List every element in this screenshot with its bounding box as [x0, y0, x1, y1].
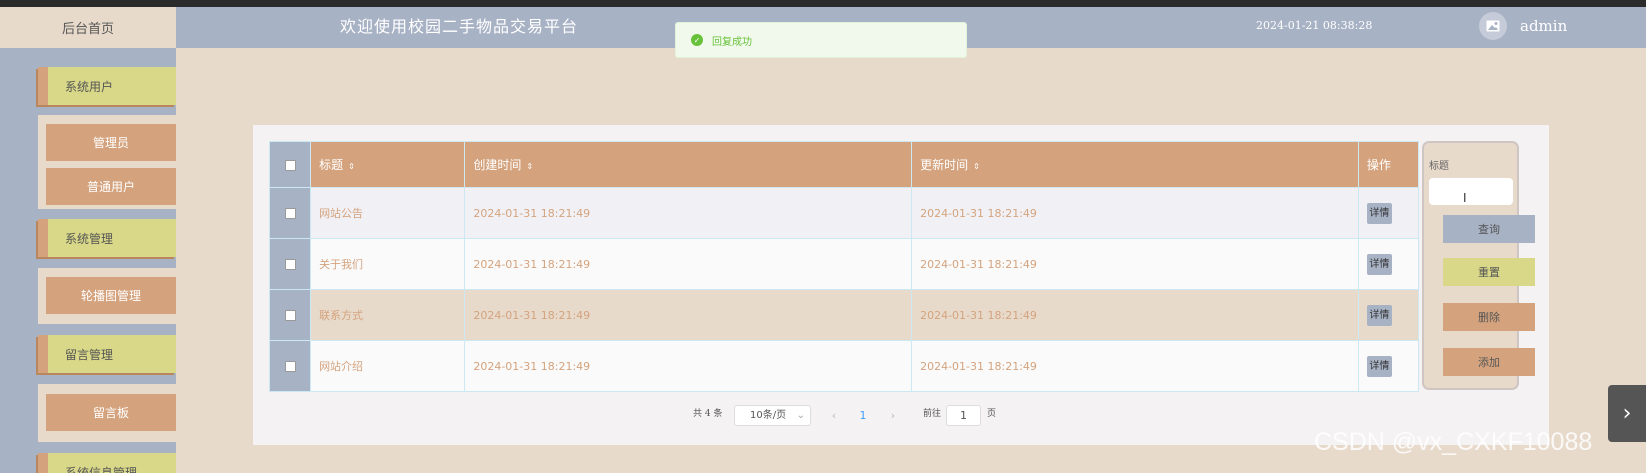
- header-datetime: 2024-01-21 08:38:28: [1256, 19, 1373, 32]
- menu-label: 留言管理: [65, 347, 114, 362]
- cell-actions: 详情: [1357, 238, 1420, 290]
- search-title-input[interactable]: [1429, 178, 1513, 205]
- row-select-cell: [268, 289, 312, 341]
- chevron-right-icon[interactable]: ›: [1608, 385, 1646, 442]
- watermark: CSDN @vx_CXKF10088: [1314, 428, 1593, 456]
- sidebar: 系统用户 管理员 普通用户 系统管理 轮播图管理 留言管理 留言板 系统信息管理: [0, 48, 176, 473]
- chevron-down-icon: ⌄: [796, 410, 805, 421]
- table-header-row: 标题 ⇕ 创建时间 ⇕ 更新时间 ⇕ 操作: [268, 141, 1420, 188]
- submenu-system-users: 管理员 普通用户: [38, 115, 176, 209]
- row-checkbox[interactable]: [284, 361, 296, 372]
- delete-button[interactable]: 删除: [1443, 303, 1535, 331]
- select-all-cell: [268, 141, 312, 188]
- row-select-cell: [268, 238, 312, 290]
- cell-updated: 2024-01-31 18:21:49: [911, 187, 1359, 239]
- goto-label: 前往: [923, 409, 942, 419]
- query-button[interactable]: 查询: [1443, 215, 1535, 243]
- cell-actions: 详情: [1357, 187, 1420, 239]
- col-actions: 操作: [1357, 141, 1420, 188]
- table-row: 网站公告 2024-01-31 18:21:49 2024-01-31 18:2…: [268, 187, 1420, 239]
- page-number-current[interactable]: 1: [853, 405, 873, 426]
- table-row: 关于我们 2024-01-31 18:21:49 2024-01-31 18:2…: [268, 238, 1420, 290]
- site-title: 欢迎使用校园二手物品交易平台: [340, 17, 579, 36]
- detail-button[interactable]: 详情: [1366, 304, 1392, 326]
- add-button[interactable]: 添加: [1443, 348, 1535, 376]
- username[interactable]: admin: [1520, 17, 1567, 35]
- row-checkbox[interactable]: [284, 208, 296, 219]
- image-icon: [1486, 20, 1500, 32]
- sidebar-item-carousel[interactable]: 轮播图管理: [46, 277, 176, 314]
- col-title[interactable]: 标题 ⇕: [310, 141, 466, 188]
- page-size-select[interactable]: 10条/页 ⌄: [734, 405, 811, 426]
- cell-created: 2024-01-31 18:21:49: [464, 238, 913, 290]
- sidebar-menu-messages[interactable]: 留言管理: [38, 335, 176, 373]
- goto-page-input[interactable]: 1: [946, 405, 981, 426]
- header-label: 创建时间: [473, 158, 522, 172]
- sidebar-menu-system-info[interactable]: 系统信息管理: [38, 453, 176, 473]
- row-select-cell: [268, 187, 312, 239]
- sort-icon[interactable]: ⇕: [526, 162, 533, 171]
- home-link[interactable]: 后台首页: [0, 7, 176, 48]
- cell-actions: 详情: [1357, 289, 1420, 341]
- sidebar-item-message-board[interactable]: 留言板: [46, 394, 176, 431]
- prev-page-button[interactable]: ‹: [824, 405, 844, 426]
- success-toast: ✓ 回复成功: [675, 22, 967, 58]
- submenu-system-management: 轮播图管理: [38, 268, 176, 324]
- detail-button[interactable]: 详情: [1366, 202, 1392, 224]
- search-panel: 标题 I 查询 重置 删除 添加: [1422, 141, 1535, 390]
- submenu-messages: 留言板: [38, 384, 176, 442]
- sidebar-menu-system-management[interactable]: 系统管理: [38, 219, 176, 257]
- cell-created: 2024-01-31 18:21:49: [464, 187, 913, 239]
- header-label: 标题: [319, 158, 344, 172]
- next-page-button[interactable]: ›: [883, 405, 903, 426]
- cell-created: 2024-01-31 18:21:49: [464, 289, 913, 341]
- cell-title: 关于我们: [310, 238, 466, 290]
- cell-title: 网站公告: [310, 187, 466, 239]
- pagination-total: 共 4 条: [693, 409, 723, 419]
- toast-message: 回复成功: [712, 36, 752, 48]
- sidebar-item-admins[interactable]: 管理员: [46, 124, 176, 161]
- menu-label: 系统用户: [65, 79, 114, 94]
- row-checkbox[interactable]: [284, 310, 296, 321]
- sidebar-menu-system-users[interactable]: 系统用户: [38, 67, 176, 105]
- cell-actions: 详情: [1357, 340, 1420, 392]
- col-updated[interactable]: 更新时间 ⇕: [911, 141, 1359, 188]
- detail-button[interactable]: 详情: [1366, 253, 1392, 275]
- sort-icon[interactable]: ⇕: [348, 162, 355, 171]
- row-select-cell: [268, 340, 312, 392]
- check-icon: ✓: [691, 34, 703, 46]
- page-suffix: 页: [987, 409, 997, 419]
- cell-title: 网站介绍: [310, 340, 466, 392]
- cell-created: 2024-01-31 18:21:49: [464, 340, 913, 392]
- menu-label: 系统信息管理: [65, 465, 138, 473]
- select-all-checkbox[interactable]: [284, 159, 296, 171]
- sidebar-item-users[interactable]: 普通用户: [46, 168, 176, 205]
- table-row: 网站介绍 2024-01-31 18:21:49 2024-01-31 18:2…: [268, 340, 1420, 392]
- avatar[interactable]: [1479, 12, 1507, 40]
- search-title-label: 标题: [1429, 161, 1449, 172]
- cell-updated: 2024-01-31 18:21:49: [911, 340, 1359, 392]
- cell-updated: 2024-01-31 18:21:49: [911, 289, 1359, 341]
- menu-label: 系统管理: [65, 231, 114, 246]
- sort-icon[interactable]: ⇕: [973, 162, 980, 171]
- text-cursor-icon: I: [1463, 191, 1467, 205]
- window-top-bar: [0, 0, 1646, 7]
- cell-updated: 2024-01-31 18:21:49: [911, 238, 1359, 290]
- data-table: 标题 ⇕ 创建时间 ⇕ 更新时间 ⇕ 操作 网站公告 2024-01-31 18:21…: [268, 141, 1420, 392]
- table-row: 联系方式 2024-01-31 18:21:49 2024-01-31 18:2…: [268, 289, 1420, 341]
- header-label: 更新时间: [920, 158, 969, 172]
- row-checkbox[interactable]: [284, 259, 296, 270]
- detail-button[interactable]: 详情: [1366, 355, 1392, 377]
- col-created[interactable]: 创建时间 ⇕: [464, 141, 913, 188]
- cell-title: 联系方式: [310, 289, 466, 341]
- page-size-value: 10条/页: [750, 410, 787, 421]
- reset-button[interactable]: 重置: [1443, 258, 1535, 286]
